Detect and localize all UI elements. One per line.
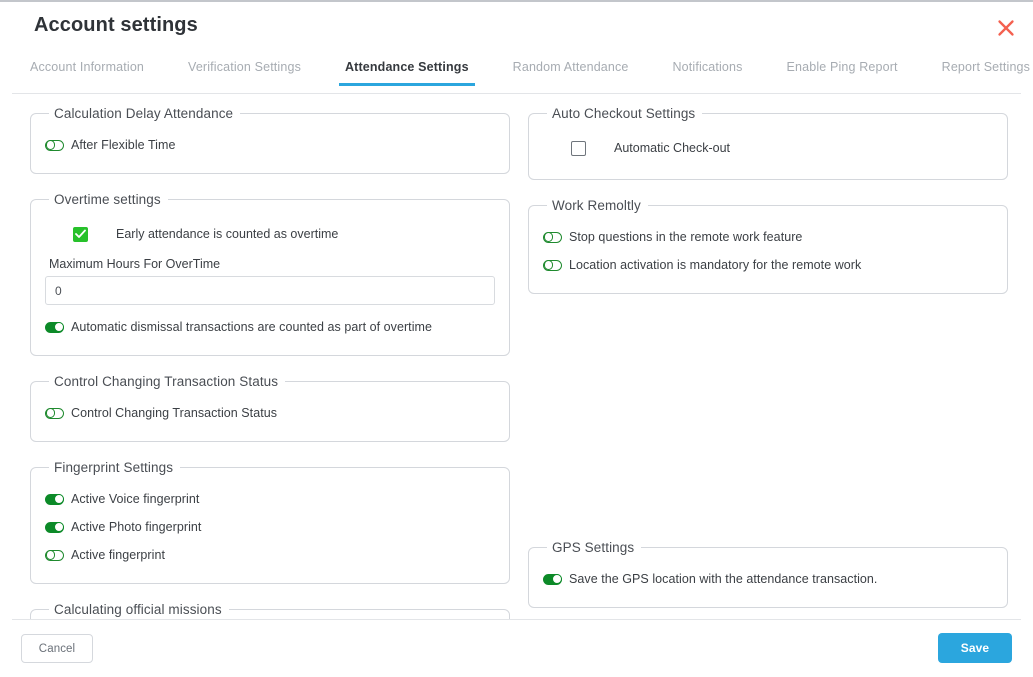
section-calculating-official-missions: Calculating official missions Official t… [30, 602, 510, 619]
section-legend: Work Remoltly [552, 198, 641, 213]
max-hours-overtime-label: Maximum Hours For OverTime [49, 257, 221, 271]
page-title: Account settings [34, 14, 198, 36]
checkbox-automatic-check-out[interactable] [571, 140, 586, 156]
setting-row-save-gps-location: Save the GPS location with the attendanc… [543, 567, 993, 591]
toggle-stop-questions-remote-work[interactable] [543, 231, 562, 243]
section-legend: Calculation Delay Attendance [54, 106, 234, 121]
setting-row-automatic-check-out: Automatic Check-out [543, 135, 993, 161]
toggle-label: Control Changing Transaction Status [71, 406, 278, 420]
section-legend: Control Changing Transaction Status [54, 374, 279, 389]
section-legend: Fingerprint Settings [54, 460, 174, 475]
toggle-active-voice-fingerprint[interactable] [45, 493, 64, 505]
section-calculation-delay-attendance: Calculation Delay Attendance After Flexi… [30, 106, 510, 174]
toggle-active-fingerprint[interactable] [45, 549, 64, 561]
toggle-label: Active Photo fingerprint [71, 520, 202, 534]
setting-row-automatic-dismissal-overtime: Automatic dismissal transactions are cou… [45, 315, 495, 339]
cancel-button[interactable]: Cancel [21, 634, 93, 663]
toggle-active-photo-fingerprint[interactable] [45, 521, 64, 533]
right-column: Auto Checkout Settings Automatic Check-o… [528, 106, 1008, 619]
setting-row-active-fingerprint: Active fingerprint [45, 543, 495, 567]
tab-notifications[interactable]: Notifications [673, 54, 743, 86]
tab-account-information[interactable]: Account Information [30, 54, 144, 86]
tab-attendance-settings[interactable]: Attendance Settings [338, 54, 475, 86]
tab-verification-settings[interactable]: Verification Settings [188, 54, 301, 86]
setting-row-early-attendance-overtime: Early attendance is counted as overtime [45, 221, 495, 247]
setting-row-stop-questions-remote-work: Stop questions in the remote work featur… [543, 225, 993, 249]
left-column: Calculation Delay Attendance After Flexi… [30, 106, 510, 619]
toggle-label: Active Voice fingerprint [71, 492, 200, 506]
checkbox-label: Early attendance is counted as overtime [116, 227, 339, 241]
section-work-remotely: Work Remoltly Stop questions in the remo… [528, 198, 1008, 294]
setting-row-control-changing-transaction-status: Control Changing Transaction Status [45, 401, 495, 425]
toggle-location-activation-mandatory[interactable] [543, 259, 562, 271]
close-button[interactable] [991, 13, 1021, 43]
section-auto-checkout-settings: Auto Checkout Settings Automatic Check-o… [528, 106, 1008, 180]
check-icon [75, 229, 86, 238]
section-legend: GPS Settings [552, 540, 635, 555]
toggle-after-flexible-time[interactable] [45, 139, 64, 151]
toggle-label: Save the GPS location with the attendanc… [569, 572, 878, 586]
toggle-label: After Flexible Time [71, 138, 176, 152]
toggle-control-changing-transaction-status[interactable] [45, 407, 64, 419]
section-legend: Auto Checkout Settings [552, 106, 696, 121]
toggle-label: Active fingerprint [71, 548, 165, 562]
toggle-label: Stop questions in the remote work featur… [569, 230, 803, 244]
close-icon [996, 18, 1016, 38]
checkbox-early-attendance-overtime[interactable] [73, 226, 88, 242]
toggle-label: Automatic dismissal transactions are cou… [71, 320, 432, 334]
checkbox-label: Automatic Check-out [614, 141, 731, 155]
toggle-automatic-dismissal-overtime[interactable] [45, 321, 64, 333]
dialog-header: Account settings [0, 2, 1033, 54]
section-fingerprint-settings: Fingerprint Settings Active Voice finger… [30, 460, 510, 584]
setting-row-location-activation-mandatory: Location activation is mandatory for the… [543, 253, 993, 277]
dialog-footer: Cancel Save [12, 619, 1021, 677]
setting-row-after-flexible-time: After Flexible Time [45, 133, 495, 157]
tab-enable-ping-report[interactable]: Enable Ping Report [787, 54, 898, 86]
section-control-changing-transaction-status: Control Changing Transaction Status Cont… [30, 374, 510, 442]
section-legend: Overtime settings [54, 192, 161, 207]
tab-report-settings[interactable]: Report Settings [942, 54, 1030, 86]
save-button[interactable]: Save [938, 633, 1012, 663]
setting-row-active-photo-fingerprint: Active Photo fingerprint [45, 515, 495, 539]
account-settings-dialog: Account settings Account Information Ver… [0, 0, 1033, 677]
max-hours-overtime-input[interactable] [45, 276, 495, 305]
section-gps-settings: GPS Settings Save the GPS location with … [528, 540, 1008, 608]
tab-bar: Account Information Verification Setting… [0, 54, 1033, 94]
section-overtime-settings: Overtime settings Early attendance is co… [30, 192, 510, 356]
settings-body: Calculation Delay Attendance After Flexi… [0, 94, 1033, 619]
section-legend: Calculating official missions [54, 602, 222, 617]
tab-random-attendance[interactable]: Random Attendance [513, 54, 629, 86]
toggle-save-gps-location[interactable] [543, 573, 562, 585]
toggle-label: Location activation is mandatory for the… [569, 258, 862, 272]
setting-row-active-voice-fingerprint: Active Voice fingerprint [45, 487, 495, 511]
